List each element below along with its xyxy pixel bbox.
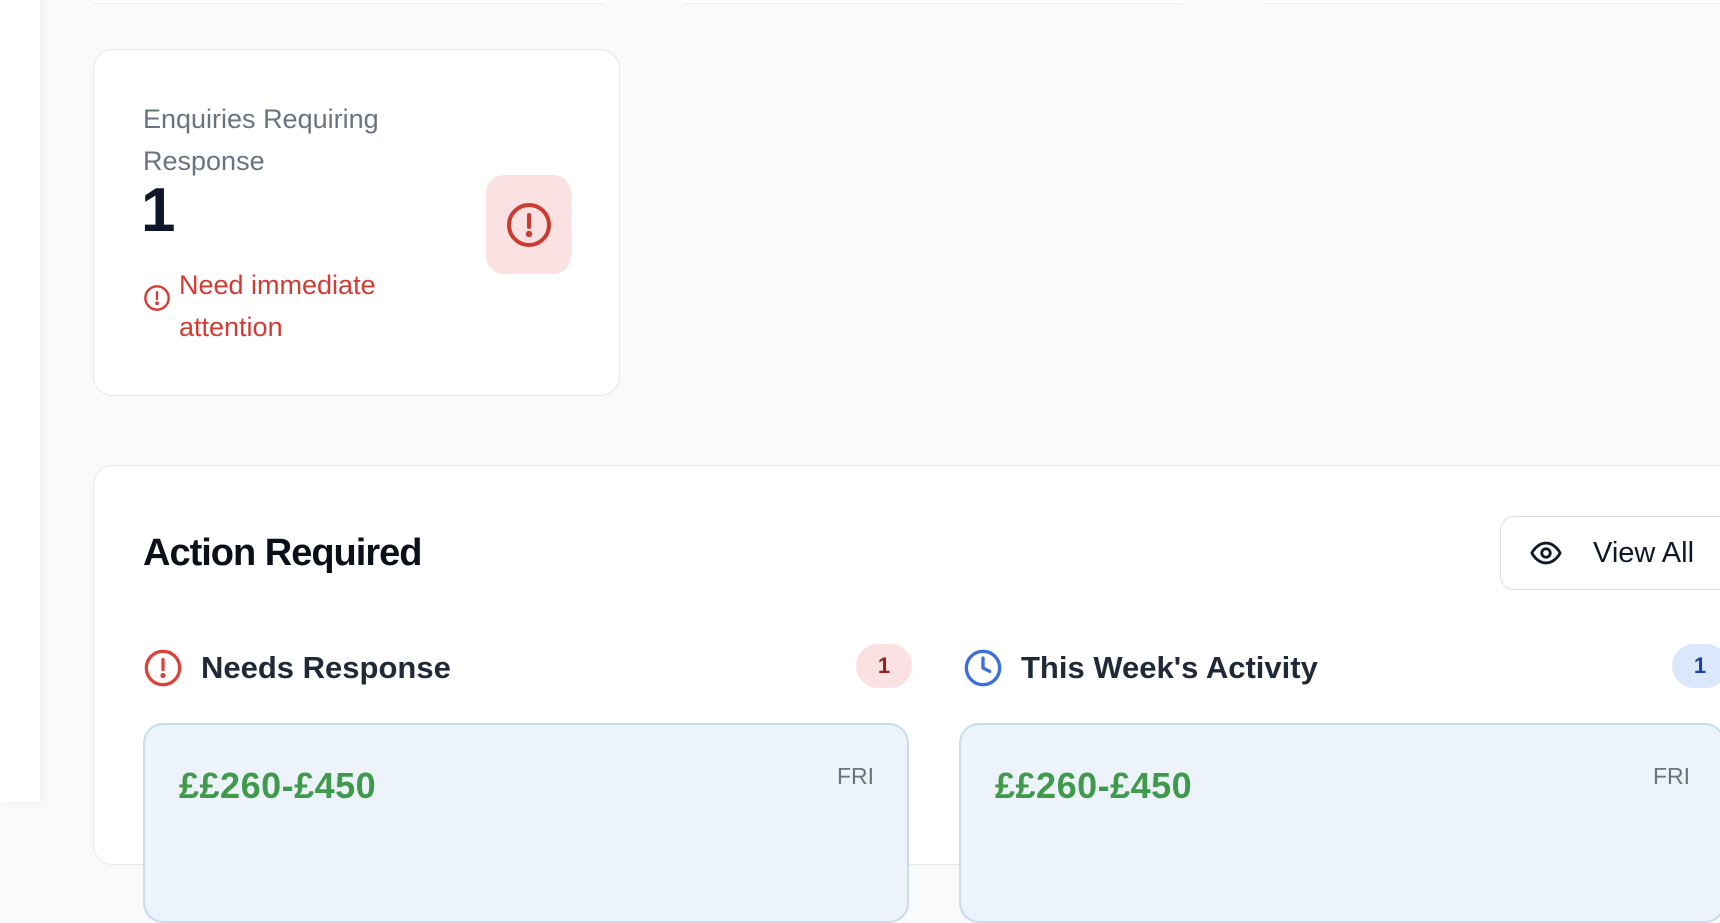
enquiries-stat-card: Enquiries Requiring Response 1 Need imme…: [93, 49, 620, 396]
needs-response-title: Needs Response: [201, 650, 451, 685]
sidebar-edge: [0, 0, 40, 802]
alert-circle-icon: [144, 285, 170, 311]
action-required-title: Action Required: [143, 532, 422, 574]
top-card-row-edge: [0, 0, 1720, 6]
enquiry-price: ££260-£450: [179, 765, 377, 806]
stat-note: Need immediate attention: [143, 264, 439, 348]
weekly-activity-header[interactable]: This Week's Activity: [963, 644, 1318, 692]
top-card-edge: [683, 0, 1183, 4]
top-card-edge: [1263, 0, 1720, 4]
stat-label: Enquiries Requiring Response: [143, 104, 379, 176]
view-all-label: View All: [1593, 536, 1695, 569]
enquiry-card[interactable]: ££260-£450 FRI: [959, 723, 1720, 923]
stat-icon-box: [486, 175, 571, 274]
top-card-edge: [93, 0, 605, 4]
clock-icon: [964, 649, 1002, 687]
eye-icon: [1530, 541, 1562, 565]
stat-value: 1: [141, 176, 176, 245]
enquiry-price: ££260-£450: [995, 765, 1193, 806]
enquiry-card[interactable]: ££260-£450 FRI: [143, 723, 909, 923]
enquiry-day: FRI: [836, 763, 874, 789]
weekly-activity-count-badge: 1: [1672, 644, 1720, 688]
needs-response-header[interactable]: Needs Response: [143, 644, 451, 692]
weekly-activity-title: This Week's Activity: [1021, 650, 1318, 685]
stat-note-text: Need immediate attention: [179, 270, 376, 342]
alert-circle-icon: [506, 202, 551, 247]
needs-response-count-badge: 1: [856, 644, 912, 688]
enquiry-day: FRI: [1652, 763, 1690, 789]
alert-circle-icon: [144, 649, 182, 687]
view-all-button[interactable]: View All: [1500, 516, 1720, 590]
action-required-panel: Action Required View All Needs Response …: [93, 465, 1720, 923]
